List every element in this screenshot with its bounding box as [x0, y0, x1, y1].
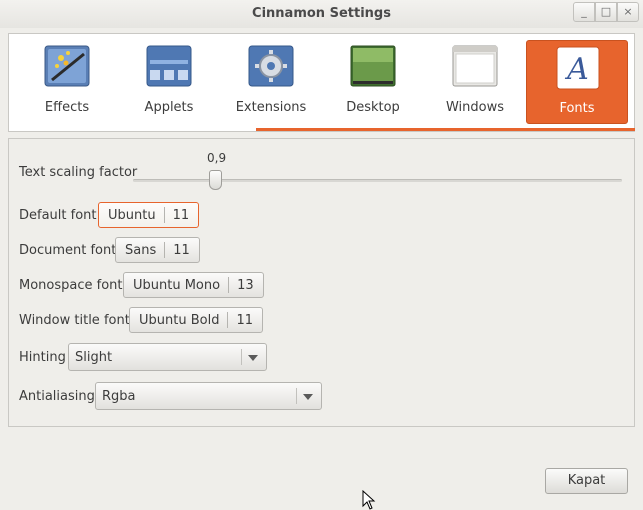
module-fonts[interactable]: A Fonts	[526, 40, 628, 124]
chevron-down-icon	[248, 355, 258, 361]
applets-icon	[146, 45, 192, 87]
close-button[interactable]: Kapat	[545, 468, 628, 494]
title-bar: Cinnamon Settings _ □ ×	[0, 0, 643, 28]
font-name: Ubuntu Mono	[133, 277, 221, 293]
module-label: Desktop	[346, 100, 400, 115]
dropdown-value: Rgba	[102, 389, 136, 404]
window-title: Cinnamon Settings	[252, 6, 391, 21]
hinting-dropdown[interactable]: Slight	[68, 343, 267, 371]
text-scaling-value: 0,9	[207, 151, 227, 165]
module-label: Extensions	[235, 100, 307, 115]
desktop-icon	[350, 45, 396, 87]
effects-icon	[44, 45, 90, 87]
antialiasing-dropdown[interactable]: Rgba	[95, 382, 322, 410]
text-scaling-label: Text scaling factor	[19, 165, 138, 180]
font-name: Ubuntu Bold	[139, 312, 220, 328]
separator	[296, 388, 297, 404]
text-scaling-slider-track[interactable]	[133, 179, 622, 182]
module-icon-bar: Effects Applets Extensions Desktop Windo…	[8, 33, 635, 132]
close-window-button[interactable]: ×	[617, 2, 639, 22]
hinting-label: Hinting	[19, 350, 66, 365]
dropdown-value: Slight	[75, 350, 113, 365]
fonts-icon: A	[556, 46, 600, 90]
module-extensions[interactable]: Extensions	[220, 40, 322, 124]
window-title-font-label: Window title font	[19, 313, 130, 328]
mouse-cursor-icon	[362, 490, 376, 510]
font-size: 11	[173, 242, 190, 258]
module-desktop[interactable]: Desktop	[322, 40, 424, 124]
document-font-label: Document font	[19, 243, 117, 258]
module-label: Fonts	[559, 101, 595, 116]
text-scaling-slider-handle[interactable]	[209, 170, 222, 190]
antialiasing-label: Antialiasing	[19, 389, 95, 404]
font-size: 11	[172, 207, 190, 223]
font-name: Sans	[125, 242, 157, 258]
module-applets[interactable]: Applets	[118, 40, 220, 124]
module-label: Windows	[445, 100, 505, 115]
default-font-label: Default font	[19, 208, 97, 223]
monospace-font-button[interactable]: Ubuntu Mono 13	[123, 272, 264, 298]
chevron-down-icon	[303, 394, 313, 400]
document-font-button[interactable]: Sans 11	[115, 237, 200, 263]
minimize-button[interactable]: _	[573, 2, 595, 22]
window-controls: _ □ ×	[573, 2, 639, 22]
font-name: Ubuntu	[108, 207, 156, 223]
monospace-font-label: Monospace font	[19, 278, 123, 293]
default-font-button[interactable]: Ubuntu 11	[98, 202, 200, 228]
module-effects[interactable]: Effects	[16, 40, 118, 124]
windows-icon	[452, 45, 498, 87]
svg-text:A: A	[564, 52, 589, 87]
window-title-font-button[interactable]: Ubuntu Bold 11	[129, 307, 263, 333]
font-size: 13	[237, 277, 254, 293]
separator	[241, 349, 242, 365]
active-module-underline	[256, 128, 635, 131]
extensions-icon	[248, 45, 294, 87]
module-label: Applets	[144, 100, 194, 115]
module-label: Effects	[44, 100, 90, 115]
font-size: 11	[236, 312, 253, 328]
maximize-button[interactable]: □	[595, 2, 617, 22]
module-windows[interactable]: Windows	[424, 40, 526, 124]
